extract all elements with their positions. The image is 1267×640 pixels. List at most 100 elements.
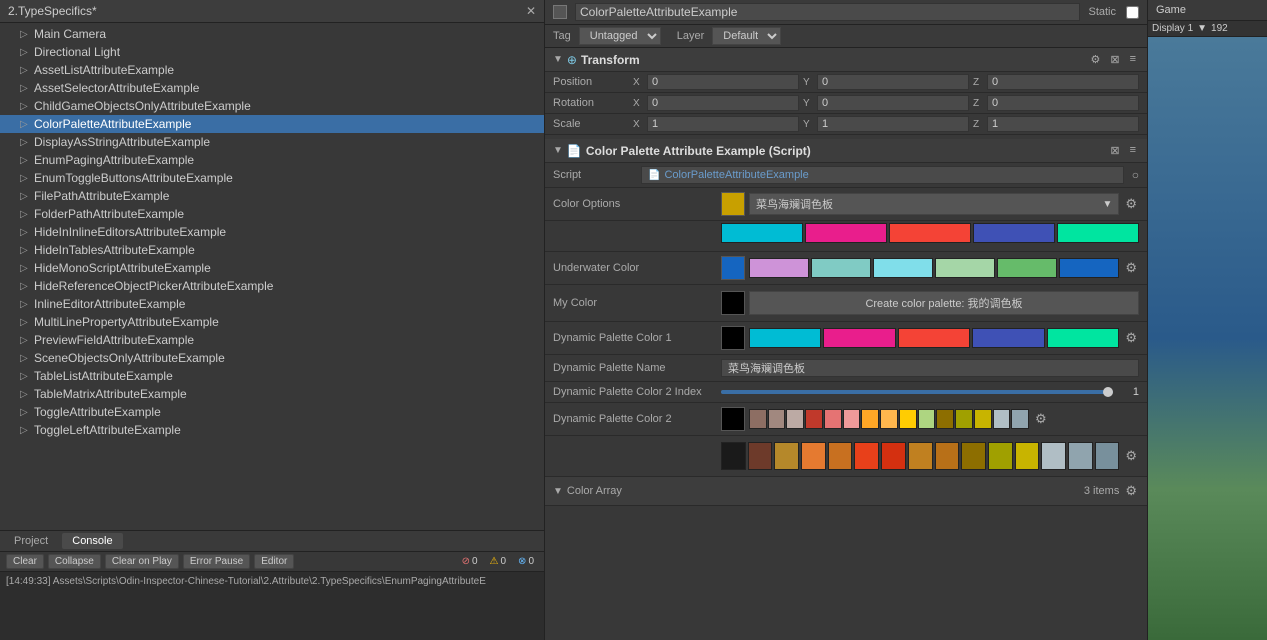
transform-icon2[interactable]: ⊠: [1107, 52, 1122, 67]
hierarchy-item-inline-editor[interactable]: ▷InlineEditorAttributeExample: [0, 295, 544, 313]
dp2-palette-color-swatch[interactable]: [955, 409, 973, 429]
hierarchy-item-child-gameobjects[interactable]: ▷ChildGameObjectsOnlyAttributeExample: [0, 97, 544, 115]
bottom-palette-color-swatch[interactable]: [721, 442, 746, 470]
dp1-palette-color-swatch[interactable]: [749, 328, 821, 348]
underwater-palette-color-swatch[interactable]: [873, 258, 933, 278]
dp2-palette-color-swatch[interactable]: [974, 409, 992, 429]
tab-project[interactable]: Project: [4, 533, 58, 549]
transform-section-header[interactable]: ▼ ⊕ Transform ⚙ ⊠ ≡: [545, 48, 1147, 72]
dp1-palette-color-swatch[interactable]: [898, 328, 970, 348]
hierarchy-item-toggle[interactable]: ▷ToggleAttributeExample: [0, 403, 544, 421]
hierarchy-item-hide-reference[interactable]: ▷HideReferenceObjectPickerAttributeExamp…: [0, 277, 544, 295]
dp2-palette-color-swatch[interactable]: [843, 409, 861, 429]
scale-z-input[interactable]: [987, 116, 1139, 132]
dp2-palette-color-swatch[interactable]: [786, 409, 804, 429]
clear-button[interactable]: Clear: [6, 554, 44, 569]
underwater-gear-icon[interactable]: ⚙: [1123, 258, 1139, 278]
hierarchy-item-table-list[interactable]: ▷TableListAttributeExample: [0, 367, 544, 385]
bottom-palette-color-swatch[interactable]: [1095, 442, 1120, 470]
dp2-palette-color-swatch[interactable]: [899, 409, 917, 429]
hierarchy-item-hide-in-inline[interactable]: ▷HideInInlineEditorsAttributeExample: [0, 223, 544, 241]
close-icon[interactable]: ✕: [526, 4, 536, 18]
clear-on-play-button[interactable]: Clear on Play: [105, 554, 179, 569]
rotation-x-input[interactable]: [647, 95, 799, 111]
dp2-palette-color-swatch[interactable]: [805, 409, 823, 429]
dp2-palette-color-swatch[interactable]: [993, 409, 1011, 429]
dp2-palette-color-swatch[interactable]: [880, 409, 898, 429]
error-pause-button[interactable]: Error Pause: [183, 554, 250, 569]
hierarchy-item-scene-objects-only[interactable]: ▷SceneObjectsOnlyAttributeExample: [0, 349, 544, 367]
bottom-palette-color-swatch[interactable]: [961, 442, 986, 470]
palette-color-swatch[interactable]: [1057, 223, 1139, 243]
dp2-palette-color-swatch[interactable]: [936, 409, 954, 429]
bottom-palette-color-swatch[interactable]: [774, 442, 799, 470]
position-x-input[interactable]: [647, 74, 799, 90]
palette-color-swatch[interactable]: [889, 223, 971, 243]
bottom-palette-color-swatch[interactable]: [801, 442, 826, 470]
position-z-input[interactable]: [987, 74, 1139, 90]
hierarchy-item-file-path[interactable]: ▷FilePathAttributeExample: [0, 187, 544, 205]
dynamic-palette-color1-swatch[interactable]: [721, 326, 745, 350]
underwater-palette-color-swatch[interactable]: [1059, 258, 1119, 278]
rotation-y-input[interactable]: [817, 95, 969, 111]
dp1-palette-color-swatch[interactable]: [1047, 328, 1119, 348]
hierarchy-item-main-camera[interactable]: ▷Main Camera: [0, 25, 544, 43]
layer-dropdown[interactable]: Default: [712, 27, 781, 45]
bottom-palette-color-swatch[interactable]: [988, 442, 1013, 470]
bottom-gear-icon[interactable]: ⚙: [1123, 446, 1139, 466]
dp1-palette-color-swatch[interactable]: [823, 328, 895, 348]
game-tab[interactable]: Game: [1148, 0, 1267, 21]
palette-color-swatch[interactable]: [973, 223, 1055, 243]
tag-dropdown[interactable]: Untagged: [579, 27, 661, 45]
static-checkbox[interactable]: [1126, 6, 1139, 19]
bottom-palette-color-swatch[interactable]: [881, 442, 906, 470]
dp2-palette-color-swatch[interactable]: [1011, 409, 1029, 429]
script-menu-icon[interactable]: ≡: [1127, 143, 1139, 158]
script-settings-icon[interactable]: ⊠: [1107, 143, 1122, 158]
color-array-gear-icon[interactable]: ⚙: [1123, 481, 1139, 501]
dp2-index-slider[interactable]: [721, 390, 1113, 394]
create-palette-button[interactable]: Create color palette: 我的调色板: [749, 291, 1139, 315]
object-name-field[interactable]: [575, 3, 1080, 21]
hierarchy-item-enum-paging[interactable]: ▷EnumPagingAttributeExample: [0, 151, 544, 169]
bottom-palette-color-swatch[interactable]: [748, 442, 773, 470]
dp2-slider-thumb[interactable]: [1103, 387, 1113, 397]
dp1-gear-icon[interactable]: ⚙: [1123, 328, 1139, 348]
bottom-palette-color-swatch[interactable]: [1015, 442, 1040, 470]
transform-menu-icon[interactable]: ≡: [1127, 52, 1139, 67]
dp2-palette-color-swatch[interactable]: [861, 409, 879, 429]
script-section-header[interactable]: ▼ 📄 Color Palette Attribute Example (Scr…: [545, 139, 1147, 163]
position-y-input[interactable]: [817, 74, 969, 90]
hierarchy-item-display-as-string[interactable]: ▷DisplayAsStringAttributeExample: [0, 133, 544, 151]
bottom-palette-color-swatch[interactable]: [908, 442, 933, 470]
dp2-palette-color-swatch[interactable]: [749, 409, 767, 429]
palette-color-swatch[interactable]: [805, 223, 887, 243]
hierarchy-item-folder-path[interactable]: ▷FolderPathAttributeExample: [0, 205, 544, 223]
hierarchy-item-hide-in-tables[interactable]: ▷HideInTablesAttributeExample: [0, 241, 544, 259]
object-active-checkbox[interactable]: [553, 5, 567, 19]
my-color-swatch[interactable]: [721, 291, 745, 315]
dp2-palette-color-swatch[interactable]: [918, 409, 936, 429]
dp2-palette-color-swatch[interactable]: [768, 409, 786, 429]
bottom-palette-color-swatch[interactable]: [935, 442, 960, 470]
hierarchy-item-asset-list[interactable]: ▷AssetListAttributeExample: [0, 61, 544, 79]
bottom-palette-color-swatch[interactable]: [828, 442, 853, 470]
color-options-gear-icon[interactable]: ⚙: [1123, 194, 1139, 214]
color-array-header[interactable]: ▼ Color Array 3 items ⚙: [545, 477, 1147, 506]
editor-button[interactable]: Editor: [254, 554, 294, 569]
bottom-palette-color-swatch[interactable]: [854, 442, 879, 470]
dp2-palette-color-swatch[interactable]: [824, 409, 842, 429]
scale-x-input[interactable]: [647, 116, 799, 132]
hierarchy-item-color-palette[interactable]: ▷ColorPaletteAttributeExample: [0, 115, 544, 133]
dp2-gear-icon[interactable]: ⚙: [1033, 409, 1049, 429]
hierarchy-item-asset-selector[interactable]: ▷AssetSelectorAttributeExample: [0, 79, 544, 97]
underwater-palette-color-swatch[interactable]: [997, 258, 1057, 278]
script-ref-field[interactable]: 📄 ColorPaletteAttributeExample: [641, 166, 1124, 184]
tab-console[interactable]: Console: [62, 533, 122, 549]
hierarchy-item-table-matrix[interactable]: ▷TableMatrixAttributeExample: [0, 385, 544, 403]
palette-color-swatch[interactable]: [721, 223, 803, 243]
scale-y-input[interactable]: [817, 116, 969, 132]
underwater-color-swatch[interactable]: [721, 256, 745, 280]
hierarchy-item-toggle-left[interactable]: ▷ToggleLeftAttributeExample: [0, 421, 544, 439]
hierarchy-item-multiline[interactable]: ▷MultiLinePropertyAttributeExample: [0, 313, 544, 331]
